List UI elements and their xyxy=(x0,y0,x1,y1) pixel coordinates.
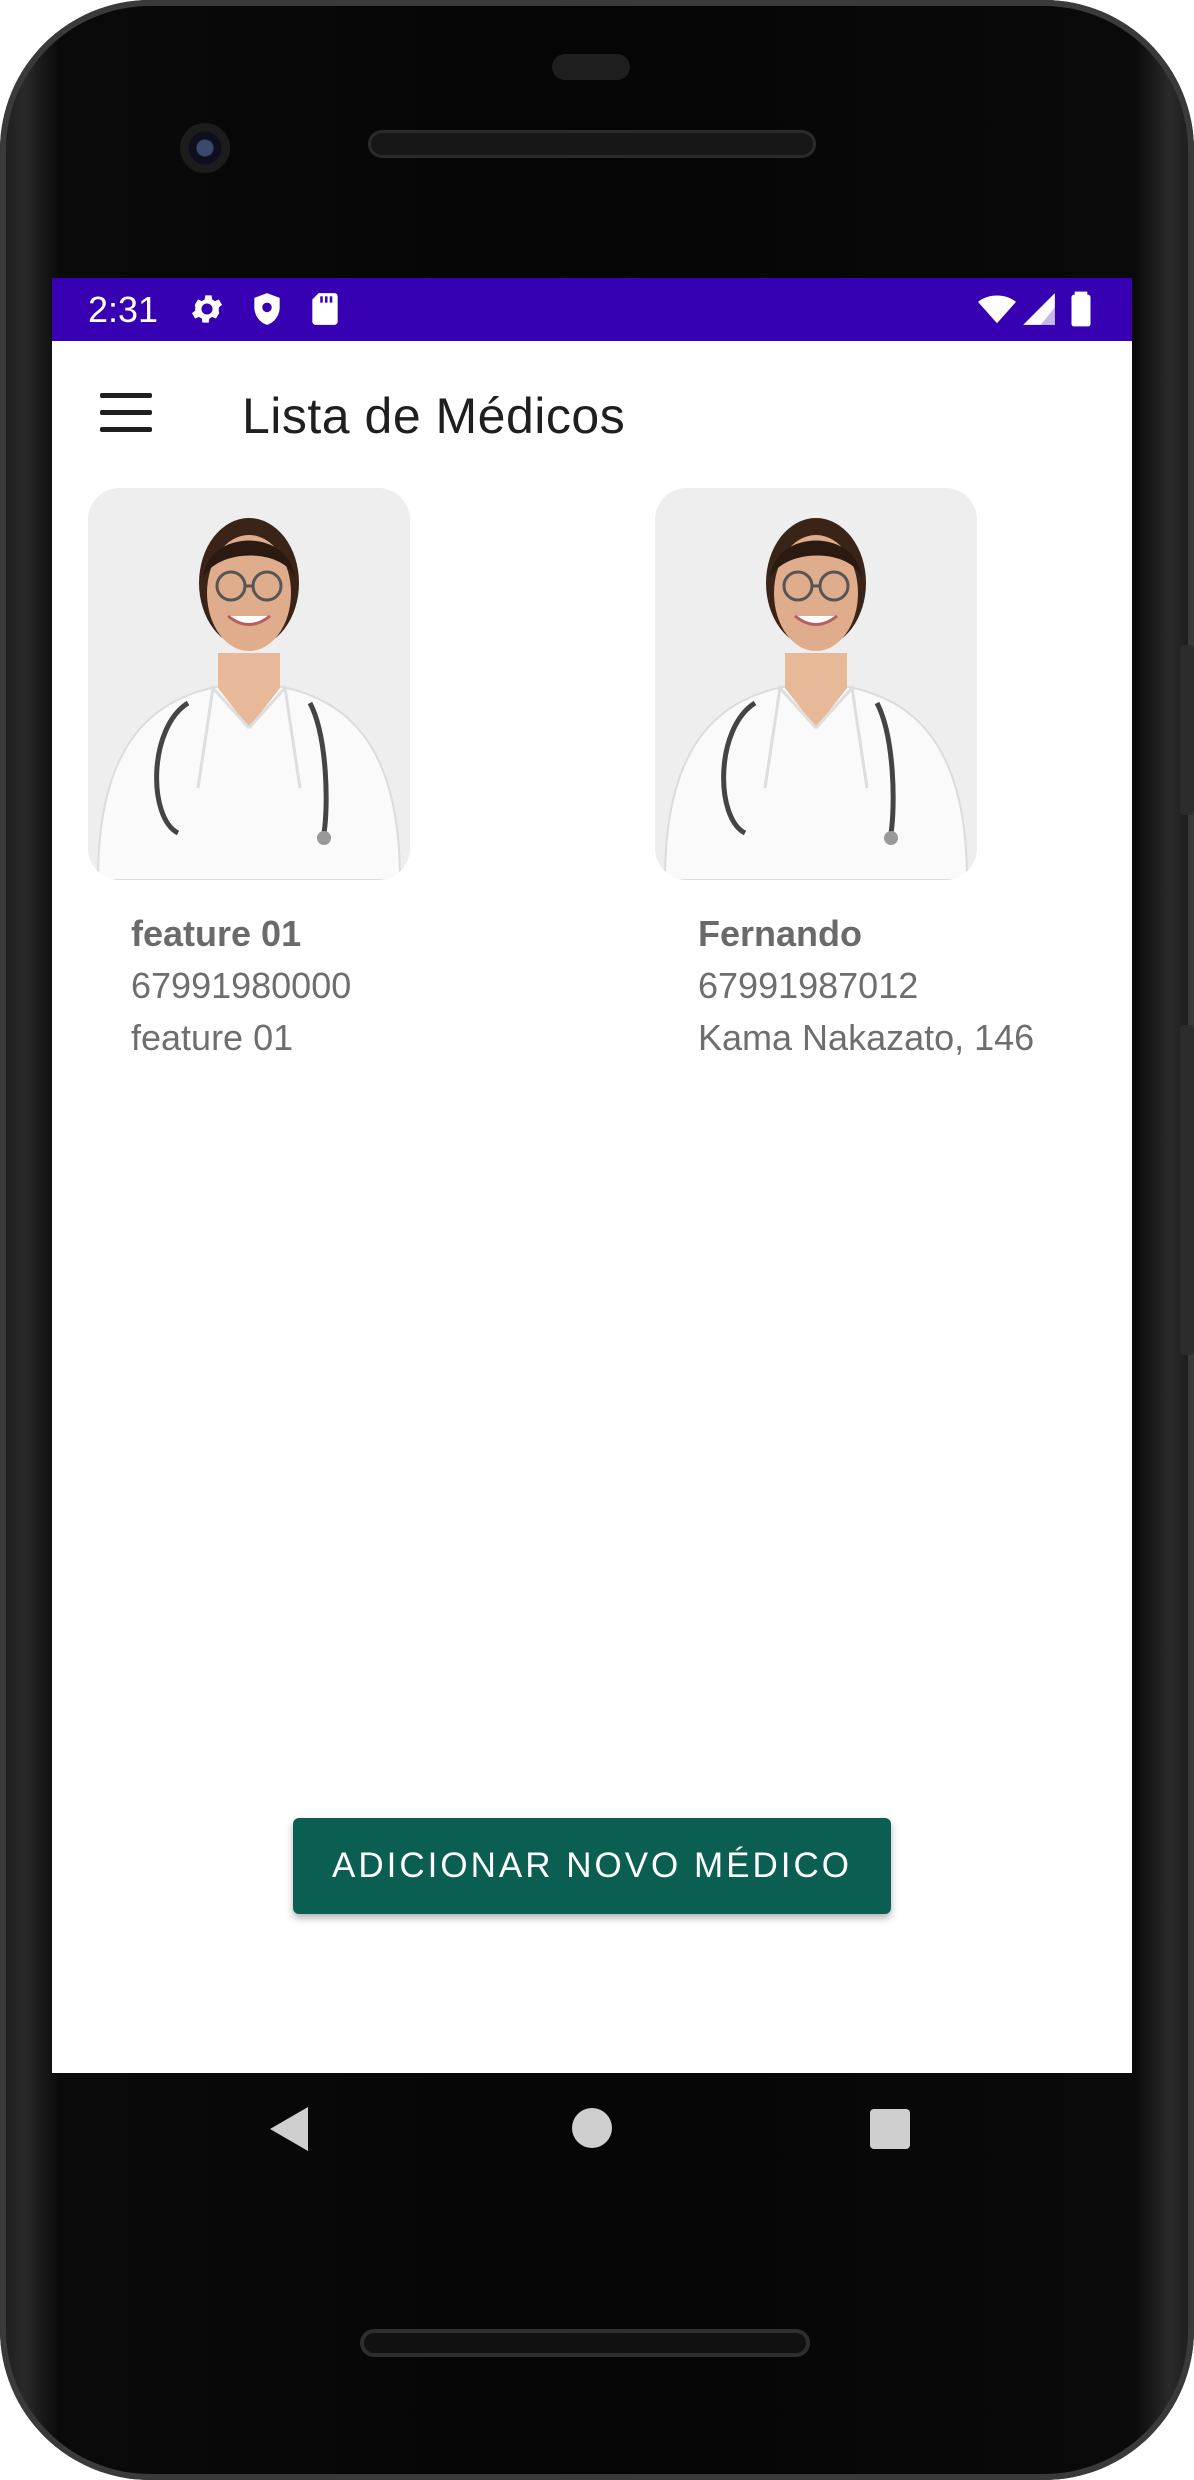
back-icon[interactable] xyxy=(270,2107,308,2151)
sd-card-icon xyxy=(312,293,338,325)
volume-button xyxy=(1180,1025,1194,1355)
doctor-address: Kama Nakazato, 146 xyxy=(698,1017,1035,1058)
doctor-info: feature 01 67991980000 feature 01 xyxy=(131,908,591,1064)
status-bar: 2:31 xyxy=(52,278,1132,341)
doctor-name: feature 01 xyxy=(131,913,302,954)
doctor-phone: 67991980000 xyxy=(131,965,352,1006)
top-speaker-grille xyxy=(368,130,816,158)
page-title: Lista de Médicos xyxy=(242,388,626,444)
wifi-icon xyxy=(978,295,1016,324)
top-sensor xyxy=(552,54,630,80)
doctor-photo xyxy=(655,488,977,880)
shield-icon xyxy=(254,293,280,325)
power-button xyxy=(1180,645,1194,815)
home-icon[interactable] xyxy=(572,2108,612,2148)
navigation-bar xyxy=(52,2073,1132,2203)
front-camera xyxy=(180,123,230,173)
status-time: 2:31 xyxy=(88,289,159,330)
gear-icon xyxy=(191,295,223,323)
doctor-portrait-image xyxy=(88,488,410,880)
app-screen: 2:31 Lista de Médicos feature 01 6799198… xyxy=(52,278,1132,2073)
signal-icon xyxy=(1023,293,1055,325)
add-new-doctor-button[interactable]: ADICIONAR NOVO MÉDICO xyxy=(293,1818,891,1914)
bottom-speaker-grille xyxy=(360,2329,810,2357)
doctor-portrait-image xyxy=(655,488,977,880)
doctor-photo xyxy=(88,488,410,880)
hamburger-menu-icon[interactable] xyxy=(100,393,152,433)
recents-icon[interactable] xyxy=(870,2109,910,2149)
doctor-info: Fernando 67991987012 Kama Nakazato, 146 xyxy=(698,908,1132,1064)
doctor-name: Fernando xyxy=(698,913,863,954)
app-bar: Lista de Médicos xyxy=(52,341,1132,491)
doctor-address: feature 01 xyxy=(131,1017,294,1058)
doctor-phone: 67991987012 xyxy=(698,965,919,1006)
battery-icon xyxy=(1071,291,1091,327)
